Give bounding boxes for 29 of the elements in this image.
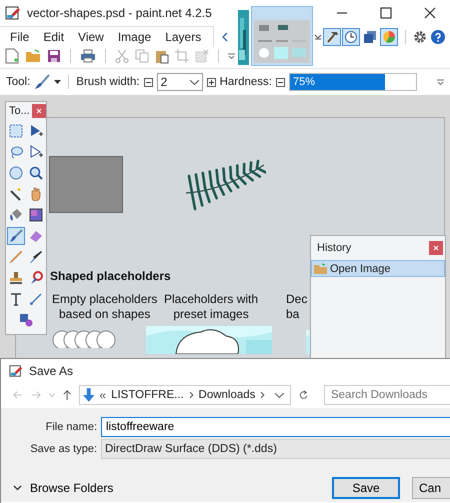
file-name-field[interactable]: listoffreeware: [101, 417, 450, 437]
history-window-title: History: [317, 242, 352, 254]
hardness-value: 75%: [293, 76, 316, 88]
history-item[interactable]: Open Image: [311, 260, 445, 277]
tool-label: Tool:: [6, 76, 30, 88]
browse-folders-button[interactable]: Browse Folders: [13, 481, 114, 495]
dialog-title: Save As: [29, 364, 74, 378]
window-title: vector-shapes.psd - paint.net 4.2.5: [27, 6, 212, 20]
menu-item[interactable]: Image: [110, 30, 158, 44]
brush-width-field[interactable]: 2: [156, 73, 203, 91]
menu-item[interactable]: Layers: [158, 30, 208, 44]
save-type-dropdown[interactable]: DirectDraw Surface (DDS) (*.dds): [101, 439, 450, 459]
address-bar[interactable]: « LISTOFFRE... Downloads: [78, 385, 291, 405]
tools-window-title: To...: [9, 105, 30, 117]
menu-item[interactable]: Edit: [36, 30, 72, 44]
hardness-label: Hardness:: [220, 76, 272, 88]
brush-width-label: Brush width:: [76, 76, 140, 88]
menu-item[interactable]: View: [71, 30, 111, 44]
heading: Shaped placeholders: [50, 269, 171, 283]
menu-item[interactable]: File: [3, 30, 36, 44]
save-button[interactable]: Save: [332, 477, 400, 499]
cancel-button[interactable]: Can: [412, 477, 450, 499]
caption: Dec ba: [286, 292, 308, 322]
search-field[interactable]: Search Downloads: [324, 385, 450, 405]
save-type-label: Save as type:: [29, 443, 98, 455]
file-name-label: File name:: [44, 421, 98, 433]
caption: Empty placeholders based on shapes: [52, 292, 158, 322]
caption: Placeholders with preset images: [164, 292, 258, 322]
hardness-slider[interactable]: 75%: [289, 73, 417, 91]
